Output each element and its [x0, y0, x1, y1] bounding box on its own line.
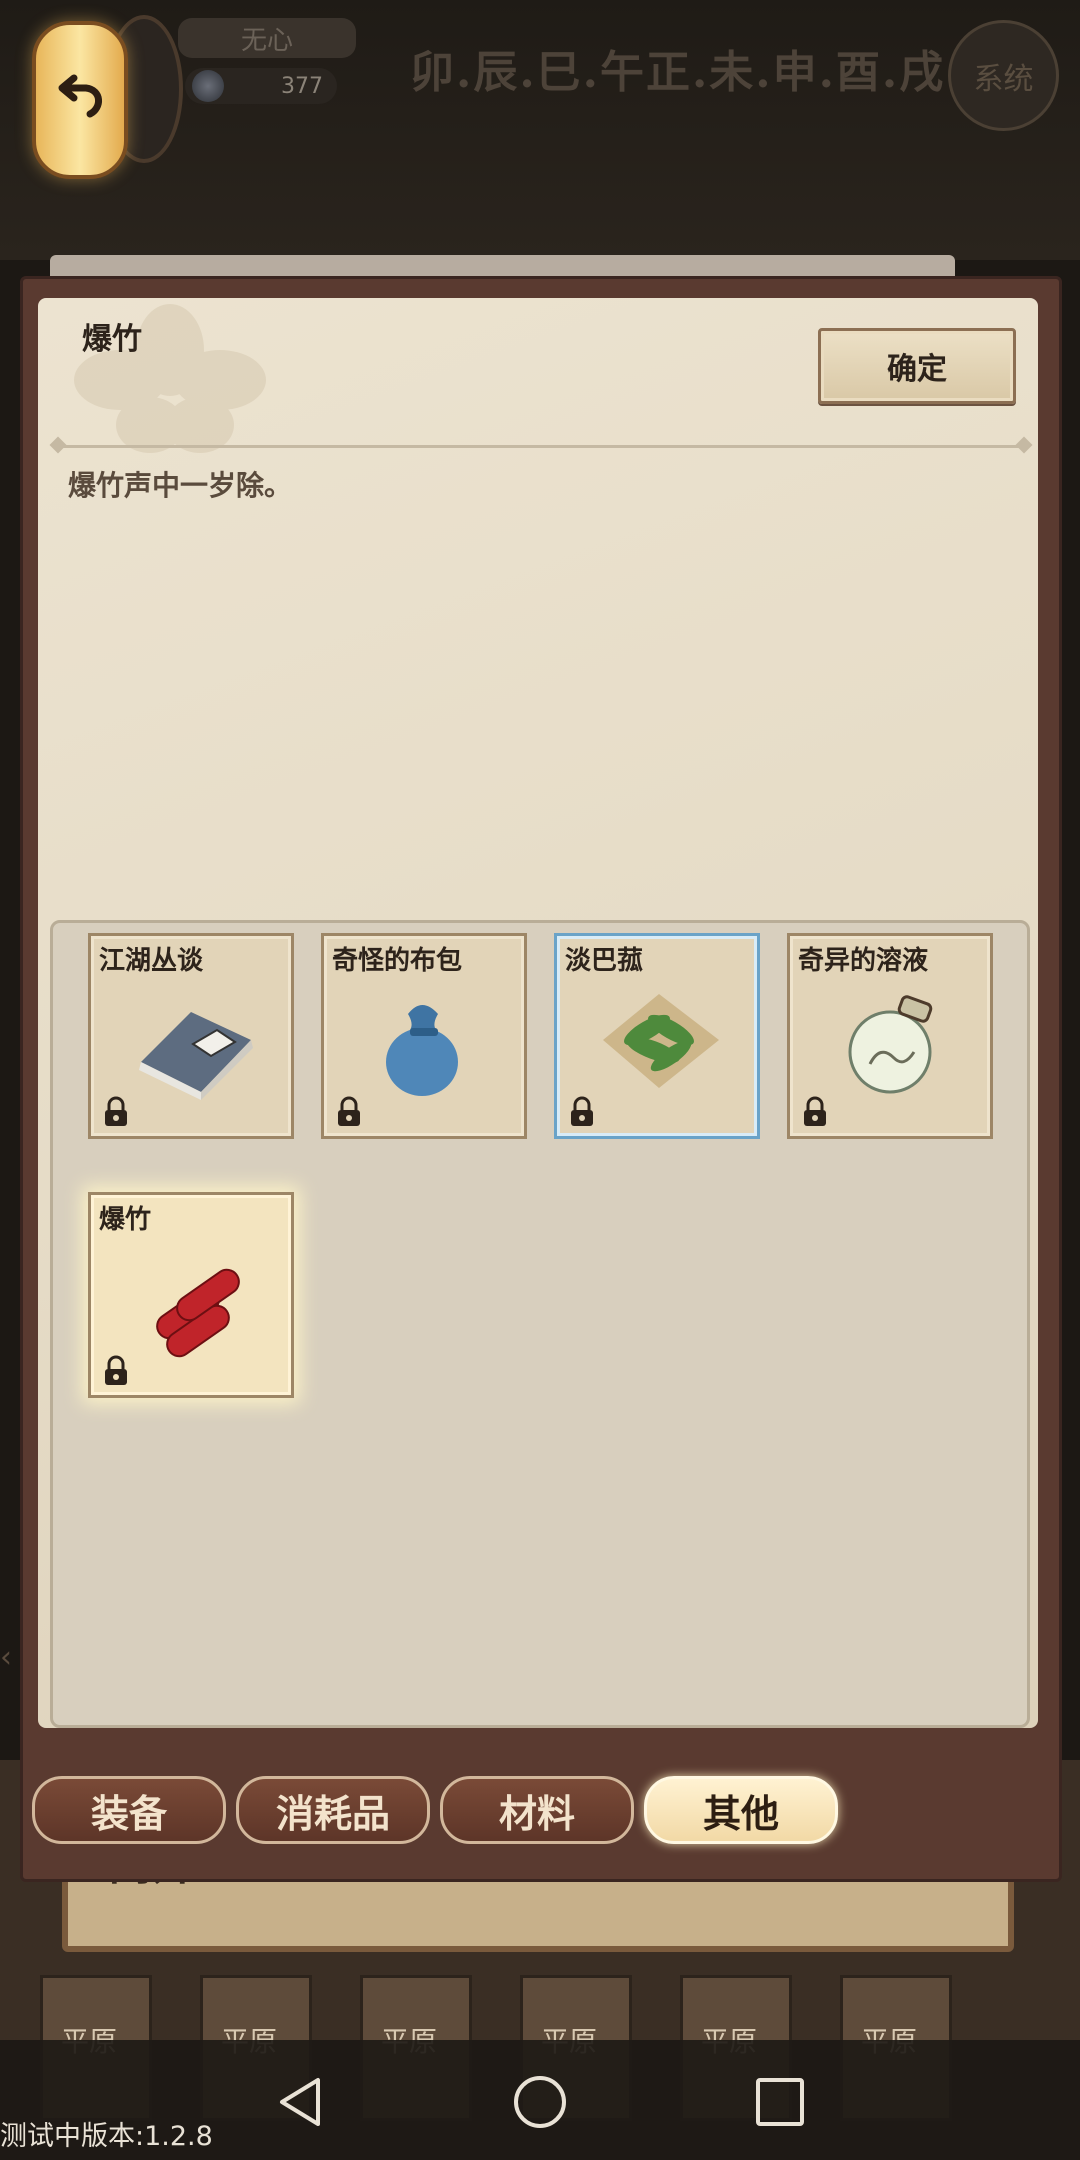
nav-back-icon[interactable]: [272, 2072, 332, 2132]
item-description: 爆竹声中一岁除。: [68, 469, 293, 502]
version-label: 测试中版本:1.2.8: [0, 2121, 213, 2152]
item-title: 爆竹: [82, 322, 142, 357]
tab-materials[interactable]: 材料: [440, 1776, 634, 1844]
inventory-slot[interactable]: 奇异的溶液: [787, 933, 993, 1139]
tab-consumables[interactable]: 消耗品: [236, 1776, 430, 1844]
tab-equipment[interactable]: 装备: [32, 1776, 226, 1844]
tobacco-leaf-icon: [603, 994, 719, 1088]
nav-recents-icon[interactable]: [750, 2072, 810, 2132]
chevron-left-icon: ‹: [0, 1640, 12, 1675]
inventory-slot[interactable]: 江湖丛谈: [88, 933, 294, 1139]
back-arrow-icon: [58, 74, 102, 118]
inventory-slot[interactable]: 爆竹: [88, 1192, 294, 1398]
lantern-frame: [32, 21, 128, 179]
lock-icon: [571, 1096, 593, 1126]
time-of-day-bar: 卯.辰.巳.午正.未.申.酉.戌: [410, 47, 946, 98]
slot-name: 奇怪的布包: [332, 946, 463, 976]
slot-name: 爆竹: [99, 1205, 152, 1235]
slot-name: 淡巴菰: [565, 946, 644, 976]
cloth-bag-icon: [386, 1005, 458, 1096]
slot-name: 奇异的溶液: [798, 946, 929, 976]
system-button[interactable]: 系统: [948, 20, 1059, 131]
lock-icon: [105, 1096, 127, 1126]
inventory-slot[interactable]: 淡巴菰: [554, 933, 760, 1139]
slot-name: 江湖丛谈: [99, 946, 204, 976]
player-name: 无心: [178, 18, 356, 58]
lock-icon: [338, 1096, 360, 1126]
coin-icon: [192, 70, 224, 102]
divider: [56, 445, 1026, 448]
confirm-button[interactable]: 确定: [818, 328, 1016, 404]
book-icon: [139, 1012, 253, 1100]
nav-home-icon[interactable]: [510, 2072, 570, 2132]
lock-icon: [105, 1355, 127, 1385]
potion-bottle-icon: [848, 995, 933, 1094]
inventory-slot[interactable]: 奇怪的布包: [321, 933, 527, 1139]
tab-other[interactable]: 其他: [644, 1776, 838, 1844]
back-button[interactable]: [20, 10, 140, 190]
firecracker-icon: [156, 1268, 240, 1358]
lock-icon: [804, 1096, 826, 1126]
